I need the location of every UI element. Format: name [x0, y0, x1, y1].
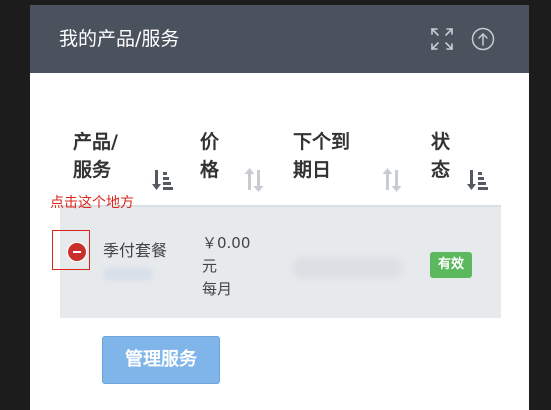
sort-desc-icon[interactable]	[152, 168, 174, 192]
manage-service-button[interactable]: 管理服务	[102, 336, 220, 384]
annotation-label: 点击这个地方	[50, 195, 134, 211]
price-amount: ￥0.00	[202, 234, 251, 252]
column-header-next-due-date[interactable]: 下个到 期日	[293, 128, 350, 184]
column-header-line: 服务	[73, 159, 112, 181]
column-header-status[interactable]: 状 态	[431, 128, 450, 184]
redacted-next-due-date	[292, 257, 402, 279]
redacted-domain	[103, 267, 153, 281]
plan-name[interactable]: 季付套餐	[103, 240, 167, 261]
column-header-line: 产品/	[73, 131, 118, 153]
collapse-panel-icon[interactable]	[470, 26, 496, 52]
sort-neutral-icon[interactable]	[244, 168, 266, 192]
column-header-line: 状	[431, 131, 451, 153]
products-services-panel: 我的产品/服务 产品/ 服务 价 格 下个到 期日 状 态 点击这个地方 季付套…	[30, 5, 529, 410]
panel-title: 我的产品/服务	[59, 28, 180, 50]
column-header-line: 态	[431, 159, 451, 181]
price-unit: 元	[202, 257, 218, 275]
column-header-line: 价	[200, 131, 220, 153]
status-badge: 有效	[430, 252, 472, 278]
sort-neutral-icon[interactable]	[382, 168, 404, 192]
expand-icon[interactable]	[429, 26, 455, 52]
sort-desc-icon[interactable]	[467, 168, 489, 192]
column-header-line: 格	[200, 159, 220, 181]
panel-header: 我的产品/服务	[30, 5, 529, 73]
billing-cycle: 每月	[202, 280, 233, 298]
column-header-line: 期日	[293, 159, 332, 181]
column-header-line: 下个到	[293, 131, 351, 153]
row-expand-toggle-icon[interactable]	[67, 242, 87, 262]
column-header-price[interactable]: 价 格	[200, 128, 219, 184]
column-header-product-service[interactable]: 产品/ 服务	[73, 128, 118, 184]
